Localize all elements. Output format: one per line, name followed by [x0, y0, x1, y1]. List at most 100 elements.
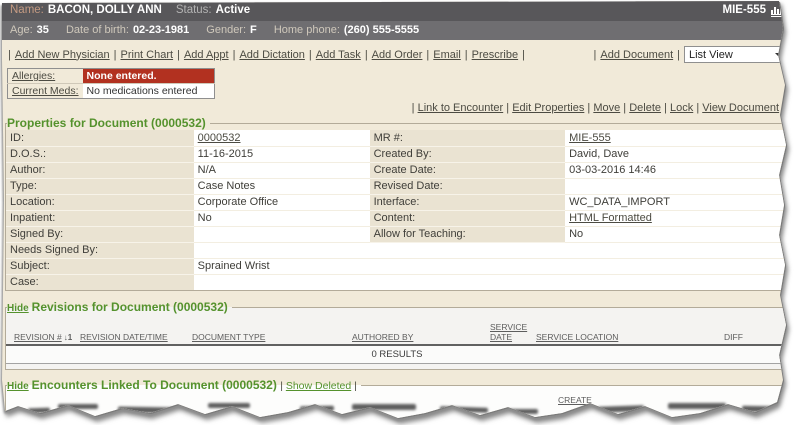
- separator: |: [8, 49, 11, 61]
- view-mode-value: List View: [689, 49, 733, 61]
- separator: |: [412, 102, 415, 114]
- column-service-date[interactable]: SERVICE DATE: [490, 322, 527, 342]
- properties-section: Properties for Document (0000532) ID: 00…: [5, 116, 789, 291]
- separator: |: [465, 49, 468, 61]
- table-row: Location: Corporate Office Interface: WC…: [6, 194, 788, 210]
- print-chart-link[interactable]: Print Chart: [121, 49, 174, 61]
- column-create: CREATE: [558, 395, 592, 405]
- table-row: Author: N/A Create Date: 03-03-2016 14:4…: [6, 162, 788, 178]
- revisions-section-title: Revisions for Document (0000532): [32, 300, 228, 314]
- sort-descending-icon: ↓1: [64, 333, 72, 342]
- prop-value: N/A: [194, 162, 370, 178]
- separator: |: [587, 102, 590, 114]
- add-document-link[interactable]: Add Document: [600, 49, 673, 61]
- hide-revisions-link[interactable]: Hide: [7, 303, 29, 314]
- view-document-link[interactable]: View Document: [702, 102, 779, 114]
- table-row: Inpatient: No Content: HTML Formatted: [6, 210, 788, 226]
- prop-value: No: [565, 226, 788, 242]
- prop-label: Subject:: [6, 258, 194, 274]
- separator: |: [522, 49, 525, 61]
- column-revision-datetime[interactable]: REVISION DATE/TIME: [80, 332, 168, 342]
- revisions-section: HideRevisions for Document (0000532) REV…: [5, 300, 789, 370]
- add-new-physician-link[interactable]: Add New Physician: [15, 49, 110, 61]
- patient-name: BACON, DOLLY ANN: [48, 0, 162, 21]
- mr-number-link[interactable]: MIE-555: [569, 132, 611, 144]
- age-label: Age:: [10, 24, 33, 36]
- bar-chart-icon[interactable]: [771, 4, 784, 17]
- separator: |: [623, 102, 626, 114]
- link-to-encounter-link[interactable]: Link to Encounter: [418, 102, 504, 114]
- allergies-link[interactable]: Allergies:: [12, 70, 55, 82]
- move-link[interactable]: Move: [593, 102, 620, 114]
- name-label: Name:: [10, 0, 44, 21]
- column-revision-number[interactable]: REVISION #: [14, 332, 62, 342]
- prop-label: Created By:: [370, 146, 566, 162]
- separator: |: [677, 49, 680, 61]
- separator: |: [594, 49, 597, 61]
- prescribe-link[interactable]: Prescribe: [472, 49, 518, 61]
- prop-label: Create Date:: [370, 162, 566, 178]
- properties-table: ID: 0000532 MR #: MIE-555 D.O.S.: 11-16-…: [6, 130, 788, 290]
- content-format-link[interactable]: HTML Formatted: [569, 212, 652, 224]
- column-document-type[interactable]: DOCUMENT TYPE: [192, 332, 265, 342]
- table-row: D.O.S.: 11-16-2015 Created By: David, Da…: [6, 146, 788, 162]
- demographics-bar: Age:35 Date of birth:02-23-1981 Gender:F…: [0, 21, 794, 40]
- delete-link[interactable]: Delete: [629, 102, 661, 114]
- prop-value: [194, 242, 788, 258]
- show-deleted-link[interactable]: Show Deleted: [286, 380, 351, 392]
- prop-label: Signed By:: [6, 226, 194, 242]
- column-diff: DIFF: [724, 332, 743, 342]
- prop-value: Sprained Wrist: [194, 258, 788, 274]
- separator: |: [664, 102, 667, 114]
- chart-actions-row: | Add New Physician | Print Chart | Add …: [0, 44, 794, 64]
- dob-value: 02-23-1981: [133, 24, 189, 36]
- properties-section-title: Properties for Document (0000532): [7, 116, 210, 130]
- prop-label: ID:: [6, 130, 194, 146]
- separator: |: [696, 102, 699, 114]
- encounters-section-title: Encounters Linked To Document (0000532): [32, 378, 277, 392]
- allergies-row: Allergies: None entered.: [8, 69, 215, 84]
- separator: |: [233, 49, 236, 61]
- prop-label: Revised Date:: [370, 178, 566, 194]
- prop-label: Content:: [370, 210, 566, 226]
- table-row: ID: 0000532 MR #: MIE-555: [6, 130, 788, 146]
- current-meds-value: No medications entered: [83, 84, 215, 99]
- status-label: Status:: [176, 0, 212, 21]
- current-meds-link[interactable]: Current Meds:: [12, 85, 79, 97]
- prop-label: Location:: [6, 194, 194, 210]
- hide-encounters-link[interactable]: Hide: [7, 381, 29, 392]
- separator: |: [280, 380, 283, 392]
- separator: |: [365, 49, 368, 61]
- add-order-link[interactable]: Add Order: [372, 49, 423, 61]
- document-actions-row: | Link to Encounter | Edit Properties | …: [0, 99, 794, 116]
- separator: |: [782, 102, 785, 114]
- separator: |: [114, 49, 117, 61]
- chart-summary-box: Allergies: None entered. Current Meds: N…: [7, 68, 215, 99]
- prop-label: D.O.S.:: [6, 146, 194, 162]
- view-mode-select[interactable]: List View: [684, 46, 786, 63]
- add-task-link[interactable]: Add Task: [316, 49, 361, 61]
- doc-id-link[interactable]: 0000532: [198, 132, 241, 144]
- add-dictation-link[interactable]: Add Dictation: [239, 49, 304, 61]
- prop-label: Interface:: [370, 194, 566, 210]
- prop-label: MR #:: [370, 130, 566, 146]
- prop-label: Allow for Teaching:: [370, 226, 566, 242]
- phone-value: (260) 555-5555: [344, 24, 419, 36]
- separator: |: [426, 49, 429, 61]
- table-row: Subject: Sprained Wrist: [6, 258, 788, 274]
- table-row: Case:: [6, 274, 788, 290]
- column-service-location[interactable]: SERVICE LOCATION: [536, 332, 618, 342]
- gender-value: F: [250, 24, 257, 36]
- table-row: Type: Case Notes Revised Date:: [6, 178, 788, 194]
- revisions-results-count: 0 RESULTS: [6, 344, 788, 364]
- column-authored-by[interactable]: AUTHORED BY: [352, 332, 413, 342]
- lock-link[interactable]: Lock: [670, 102, 693, 114]
- email-link[interactable]: Email: [433, 49, 461, 61]
- table-row: Signed By: Allow for Teaching: No: [6, 226, 788, 242]
- prop-value: [194, 274, 788, 290]
- prop-value: Corporate Office: [194, 194, 370, 210]
- prop-value: 03-03-2016 14:46: [565, 162, 788, 178]
- edit-properties-link[interactable]: Edit Properties: [512, 102, 584, 114]
- allergies-value: None entered.: [83, 69, 215, 84]
- add-appt-link[interactable]: Add Appt: [184, 49, 229, 61]
